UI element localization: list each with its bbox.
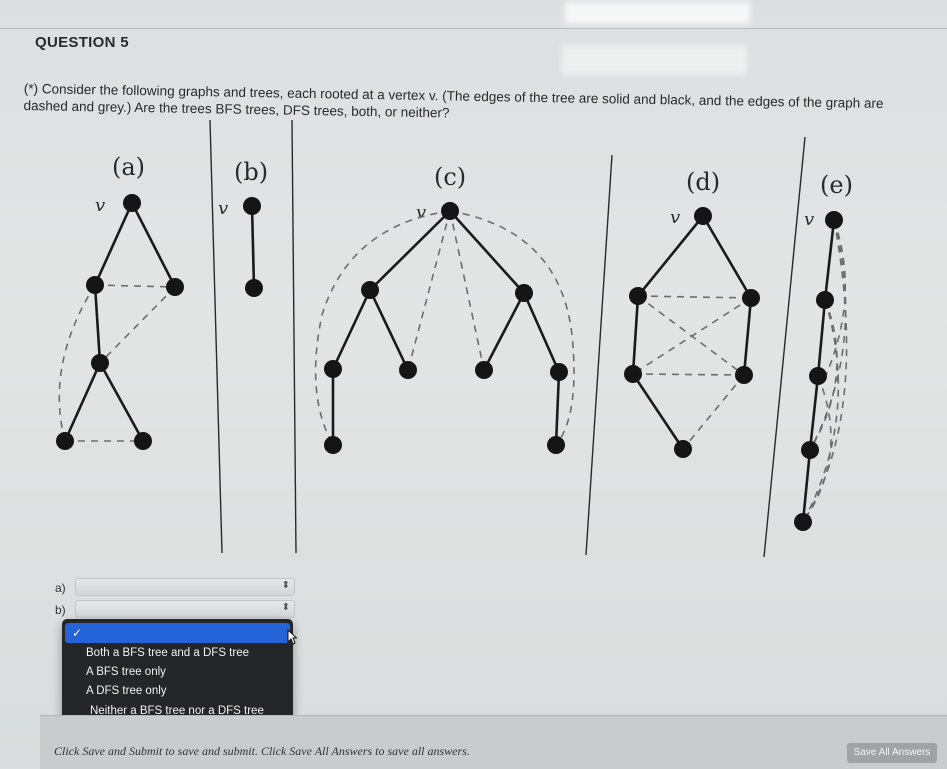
save-all-answers-button[interactable]: Save All Answers	[847, 743, 937, 763]
answer-label-a: a)	[55, 581, 66, 595]
footer-instructions: Click Save and Submit to save and submit…	[54, 744, 470, 758]
question-page: QUESTION 5 (*) Consider the following gr…	[0, 0, 947, 769]
answer-label-b: b)	[55, 603, 66, 617]
graph-label-d: (d)	[686, 168, 720, 196]
root-label-e: v	[804, 209, 814, 230]
divider-ab	[209, 119, 223, 554]
answer-select-a[interactable]: ⬍	[75, 578, 295, 596]
top-rule	[0, 28, 947, 29]
graph-d	[624, 207, 760, 458]
checkmark-icon: ✓	[72, 626, 83, 640]
graph-b	[243, 197, 263, 297]
answer-dropdown-menu: ✓ Both a BFS tree and a DFS tree A BFS t…	[62, 619, 293, 725]
graph-label-b: (b)	[234, 158, 268, 186]
graph-label-c: (c)	[434, 163, 466, 191]
root-label-c: v	[416, 202, 426, 223]
root-label-a: v	[95, 195, 105, 216]
graph-c	[314, 202, 575, 454]
updown-arrow-icon: ⬍	[281, 580, 290, 591]
divider-bc	[291, 119, 297, 554]
root-label-d: v	[670, 207, 680, 228]
dropdown-option-bfs-only[interactable]: A BFS tree only	[86, 666, 166, 678]
graph-label-a: (a)	[112, 153, 145, 181]
dropdown-option-both[interactable]: Both a BFS tree and a DFS tree	[86, 647, 249, 659]
graph-e	[794, 211, 848, 531]
graph-label-e: (e)	[820, 171, 853, 199]
root-label-b: v	[218, 198, 228, 219]
question-title: QUESTION 5	[35, 34, 129, 51]
graph-figure: (a) (b) (c) (d) (e) v v v v v	[0, 115, 947, 565]
dropdown-blank-option[interactable]: ✓	[65, 623, 290, 643]
answer-select-b[interactable]: ⬍	[75, 600, 295, 618]
graphs-svg: (a) (b) (c) (d) (e) v v v v v	[56, 119, 853, 558]
glare	[562, 45, 747, 75]
divider-de	[763, 136, 806, 558]
updown-arrow-icon: ⬍	[281, 602, 290, 613]
mouse-cursor-icon	[287, 629, 297, 645]
dropdown-option-dfs-only[interactable]: A DFS tree only	[86, 685, 167, 697]
graph-a	[56, 194, 184, 450]
footer-bar: Click Save and Submit to save and submit…	[40, 715, 947, 769]
divider-cd	[585, 154, 613, 556]
glare	[565, 2, 750, 24]
